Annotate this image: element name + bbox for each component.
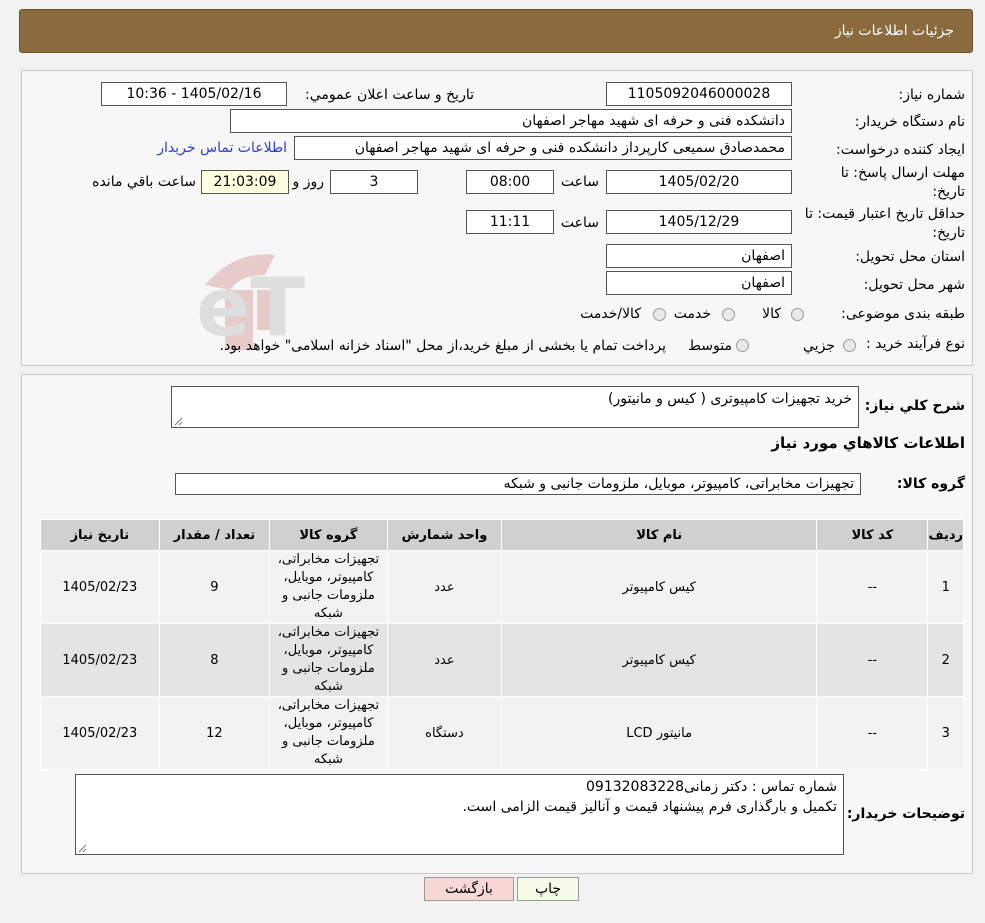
items-section-title: اطلاعات کالاهاي مورد نياز [771, 434, 965, 452]
goods-group-label: گروه کالا: [896, 476, 965, 492]
buyer-notes-line-1: شماره تماس : دکتر زمانی09132083228 [586, 779, 837, 795]
buyer-field: دانشکده فنی و حرفه ای شهید مهاجر اصفهان [230, 109, 792, 133]
need-number-label: شماره نياز: [898, 87, 966, 103]
col-header-qty: تعداد / مقدار [158, 519, 271, 551]
summary-textarea[interactable]: خرید تجهیزات کامپیوتری ( کیس و مانیتور) [171, 386, 859, 428]
cell-row-num: 1 [927, 550, 964, 624]
process-option-partial: جزيي [803, 338, 835, 354]
cell-qty: 12 [158, 696, 271, 770]
category-radio-service[interactable] [722, 308, 735, 321]
table-row: 1 -- کیس کامپیوتر عدد تجهیزات مخابراتی، … [40, 550, 964, 624]
days-label: روز و [292, 174, 325, 190]
requester-field: محمدصادق سمیعی کارپرداز دانشکده فنی و حر… [294, 136, 792, 160]
buyer-notes-textarea[interactable]: شماره تماس : دکتر زمانی09132083228 تکمیل… [75, 774, 844, 855]
back-button[interactable]: بازگشت [424, 877, 514, 901]
city-label: شهر محل تحويل: [863, 277, 965, 293]
col-header-group: گروه کالا [269, 519, 388, 551]
process-option-medium: متوسط [688, 338, 732, 354]
process-radio-partial[interactable] [843, 339, 856, 352]
buyer-notes-label: توضيحات خريدار: [846, 806, 965, 822]
items-table: رديف کد کالا نام کالا واحد شمارش گروه کا… [40, 519, 964, 770]
col-header-unit: واحد شمارش [386, 519, 503, 551]
need-number-field: 1105092046000028 [606, 82, 792, 106]
cell-code: -- [816, 696, 929, 770]
deadline-days-field: 3 [330, 170, 418, 194]
page-title: جزئيات اطلاعات نياز [834, 23, 954, 39]
table-header-row: رديف کد کالا نام کالا واحد شمارش گروه کا… [40, 519, 964, 551]
cell-name: کیس کامپیوتر [501, 623, 818, 697]
col-header-row-num: رديف [927, 519, 964, 551]
deadline-time-label: ساعت [560, 174, 599, 190]
buyer-label: نام دستگاه خريدار: [854, 114, 965, 130]
cell-group: تجهیزات مخابراتی، کامپیوتر، موبایل، ملزو… [269, 696, 388, 770]
process-label: نوع فرآیند خرید : [866, 336, 965, 352]
table-row: 2 -- کیس کامپیوتر عدد تجهیزات مخابراتی، … [40, 623, 964, 697]
announce-field: 1405/02/16 - 10:36 [101, 82, 287, 106]
cell-unit: دستگاه [386, 696, 503, 770]
cell-unit: عدد [386, 550, 503, 624]
cell-row-num: 3 [927, 696, 964, 770]
deadline-label-2: تاريخ: [932, 184, 965, 200]
cell-name: کیس کامپیوتر [501, 550, 818, 624]
summary-text: خرید تجهیزات کامپیوتری ( کیس و مانیتور) [608, 391, 852, 407]
cell-date: 1405/02/23 [40, 550, 160, 624]
cell-code: -- [816, 623, 929, 697]
cell-date: 1405/02/23 [40, 696, 160, 770]
process-note: پرداخت تمام يا بخشی از مبلغ خريد،از محل … [219, 338, 666, 354]
buyer-notes-line-2: تکمیل و بارگذاری فرم پیشنهاد قیمت و آنال… [462, 799, 837, 815]
category-option-goods: کالا [762, 306, 781, 322]
goods-group-field: تجهیزات مخابراتی، کامپیوتر، موبایل، ملزو… [175, 473, 861, 495]
cell-row-num: 2 [927, 623, 964, 697]
validity-label: حداقل تاريخ اعتبار قيمت: تا [804, 206, 965, 222]
city-field: اصفهان [606, 271, 792, 295]
resize-handle-icon[interactable] [78, 844, 87, 853]
deadline-date-field: 1405/02/20 [606, 170, 792, 194]
remaining-time-field: 21:03:09 [201, 170, 289, 194]
cell-date: 1405/02/23 [40, 623, 160, 697]
requester-label: ايجاد کننده درخواست: [836, 142, 965, 158]
category-option-service: خدمت [673, 306, 711, 322]
cell-name: مانیتور LCD [501, 696, 818, 770]
summary-label: شرح کلي نياز: [864, 398, 965, 414]
validity-date-field: 1405/12/29 [606, 210, 792, 234]
remaining-label: ساعت باقي مانده [92, 174, 196, 190]
col-header-code: کد کالا [816, 519, 929, 551]
announce-label: تاريخ و ساعت اعلان عمومي: [305, 87, 474, 103]
table-row: 3 -- مانیتور LCD دستگاه تجهیزات مخابراتی… [40, 696, 964, 770]
col-header-name: نام کالا [501, 519, 818, 551]
category-radio-goods[interactable] [791, 308, 804, 321]
deadline-label: مهلت ارسال پاسخ: تا [840, 165, 965, 181]
col-header-date: تاريخ نياز [40, 519, 160, 551]
province-field: اصفهان [606, 244, 792, 268]
cell-unit: عدد [386, 623, 503, 697]
validity-label-2: تاريخ: [932, 225, 965, 241]
category-label: طبقه بندی موضوعی: [841, 306, 965, 322]
province-label: استان محل تحويل: [855, 249, 965, 265]
category-radio-goods-service[interactable] [653, 308, 666, 321]
page-header: جزئيات اطلاعات نياز [19, 9, 973, 53]
category-option-goods-service: کالا/خدمت [580, 306, 641, 322]
cell-code: -- [816, 550, 929, 624]
cell-qty: 9 [158, 550, 271, 624]
validity-time-field: 11:11 [466, 210, 554, 234]
buyer-contact-link[interactable]: اطلاعات تماس خريدار [157, 140, 287, 156]
deadline-time-field: 08:00 [466, 170, 554, 194]
print-button[interactable]: چاپ [517, 877, 579, 901]
cell-group: تجهیزات مخابراتی، کامپیوتر، موبایل، ملزو… [269, 550, 388, 624]
cell-group: تجهیزات مخابراتی، کامپیوتر، موبایل، ملزو… [269, 623, 388, 697]
process-radio-medium[interactable] [736, 339, 749, 352]
cell-qty: 8 [158, 623, 271, 697]
validity-time-label: ساعت [560, 215, 599, 231]
resize-handle-icon[interactable] [174, 417, 183, 426]
